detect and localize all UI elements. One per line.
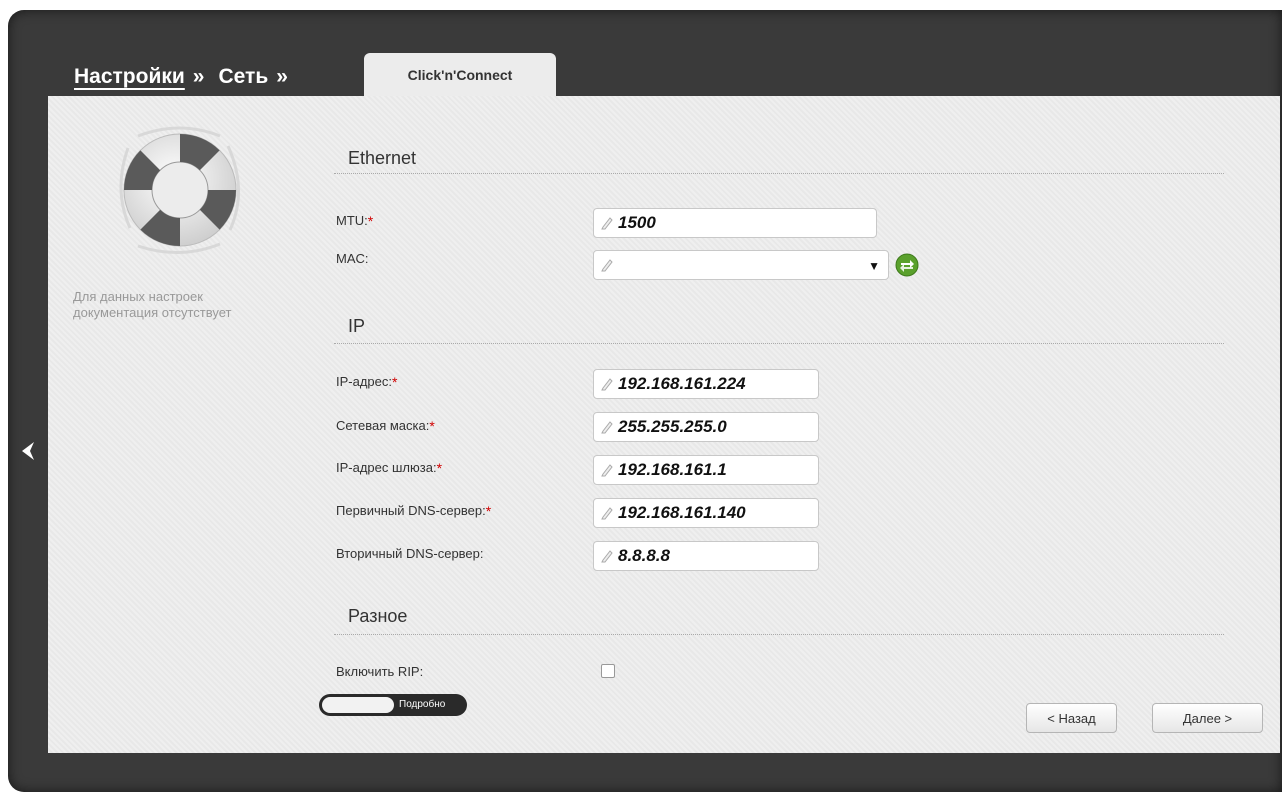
mac-select[interactable]: ▼ xyxy=(593,250,889,280)
toggle-knob xyxy=(322,697,394,713)
primary-dns-input[interactable]: 192.168.161.140 xyxy=(593,498,819,528)
back-arrow-icon[interactable] xyxy=(18,440,38,462)
netmask-label: Сетевая маска:* xyxy=(336,418,435,434)
breadcrumb-network[interactable]: Сеть xyxy=(218,65,268,89)
back-button[interactable]: < Назад xyxy=(1026,703,1117,733)
chevron-down-icon[interactable]: ▼ xyxy=(868,259,880,273)
breadcrumb-separator: » xyxy=(276,65,288,88)
pencil-icon xyxy=(601,507,613,520)
next-button[interactable]: Далее > xyxy=(1152,703,1263,733)
mac-label: MAC: xyxy=(336,251,369,266)
toggle-label: Подробно xyxy=(399,699,446,710)
pencil-icon xyxy=(601,378,613,391)
main-panel: Для данных настроек документация отсутст… xyxy=(48,96,1280,753)
refresh-icon[interactable] xyxy=(895,253,919,277)
gateway-input[interactable]: 192.168.161.1 xyxy=(593,455,819,485)
tab-click-n-connect[interactable]: Click'n'Connect xyxy=(364,53,556,96)
section-title-ip: IP xyxy=(348,316,366,336)
no-documentation-text: Для данных настроек документация отсутст… xyxy=(73,289,232,320)
pencil-icon xyxy=(601,259,613,272)
pencil-icon xyxy=(601,217,613,230)
mtu-label: MTU:* xyxy=(336,213,374,229)
gateway-label: IP-адрес шлюза:* xyxy=(336,460,443,476)
section-divider xyxy=(334,634,1224,635)
pencil-icon xyxy=(601,421,613,434)
rip-label: Включить RIP: xyxy=(336,664,424,679)
section-title-misc: Разное xyxy=(348,606,408,626)
lifebuoy-icon xyxy=(119,126,240,254)
mtu-input[interactable]: 1500 xyxy=(593,208,877,238)
breadcrumb-separator: » xyxy=(192,65,205,88)
pencil-icon xyxy=(601,464,613,477)
details-toggle[interactable]: Подробно xyxy=(319,694,467,716)
breadcrumb: Настройки » Сеть » xyxy=(74,60,302,94)
rip-checkbox[interactable] xyxy=(601,664,615,678)
secondary-dns-label: Вторичный DNS-сервер: xyxy=(336,546,484,561)
breadcrumb-settings[interactable]: Настройки xyxy=(74,65,185,89)
section-divider xyxy=(334,343,1224,344)
primary-dns-label: Первичный DNS-сервер:* xyxy=(336,503,492,519)
ip-address-label: IP-адрес:* xyxy=(336,374,398,390)
section-title-ethernet: Ethernet xyxy=(348,148,417,168)
section-divider xyxy=(334,173,1224,174)
netmask-input[interactable]: 255.255.255.0 xyxy=(593,412,819,442)
secondary-dns-input[interactable]: 8.8.8.8 xyxy=(593,541,819,571)
pencil-icon xyxy=(601,550,613,563)
ip-address-input[interactable]: 192.168.161.224 xyxy=(593,369,819,399)
